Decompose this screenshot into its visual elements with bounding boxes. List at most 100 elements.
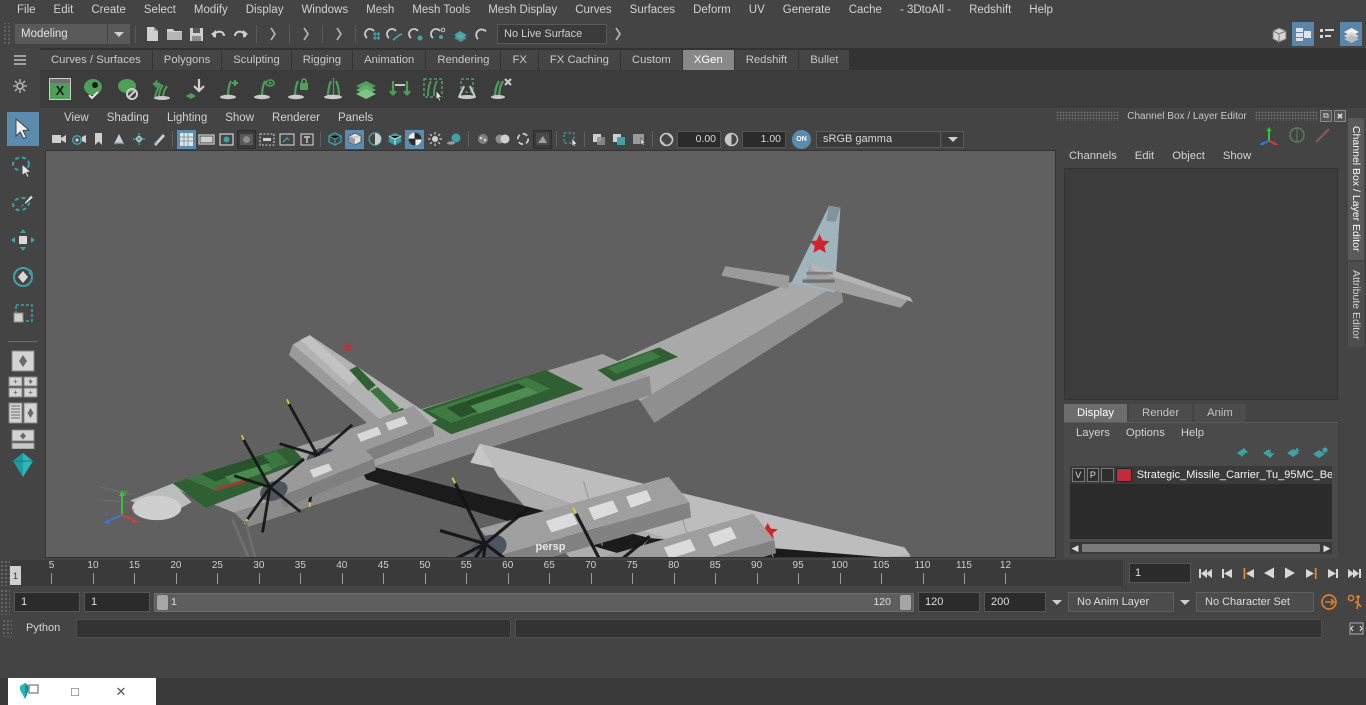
select-tool[interactable] xyxy=(6,112,39,146)
play-backwards-icon[interactable] xyxy=(1260,563,1278,583)
channel-box-menu-show[interactable]: Show xyxy=(1214,146,1260,166)
range-end-handle[interactable] xyxy=(900,594,911,610)
current-time-marker[interactable]: 1 xyxy=(10,566,21,585)
shade-selected-icon[interactable] xyxy=(365,130,384,149)
restore-icon[interactable]: □ xyxy=(52,678,98,705)
layer-playback-toggle[interactable]: P xyxy=(1086,468,1100,482)
snap-to-curve-icon[interactable] xyxy=(383,23,405,45)
channel-box-content[interactable] xyxy=(1064,168,1338,400)
anim-layer-selector[interactable]: No Anim Layer xyxy=(1068,592,1174,612)
play-forwards-icon[interactable] xyxy=(1281,563,1299,583)
use-default-lighting-icon[interactable] xyxy=(425,130,444,149)
layer-editor-menu-layers[interactable]: Layers xyxy=(1068,423,1118,443)
depth-of-field-icon[interactable] xyxy=(533,129,552,149)
gate-mask-icon[interactable] xyxy=(237,129,256,149)
lasso-select-tool[interactable] xyxy=(7,149,39,183)
show-hide-modeling-toolkit-icon[interactable] xyxy=(1268,22,1290,46)
shelf-tab-animation[interactable]: Animation xyxy=(353,50,426,70)
multisample-anti-aliasing-icon[interactable] xyxy=(513,130,532,149)
film-gate-icon[interactable] xyxy=(197,130,216,149)
menu-set-dropdown-arrow[interactable] xyxy=(108,24,130,44)
menu-windows[interactable]: Windows xyxy=(292,0,357,20)
screen-space-ambient-occlusion-icon[interactable] xyxy=(473,130,492,149)
go-to-start-icon[interactable] xyxy=(1197,563,1215,583)
menu-deform[interactable]: Deform xyxy=(684,0,740,20)
channel-box-menu-edit[interactable]: Edit xyxy=(1126,146,1163,166)
step-back-keyframe-icon[interactable] xyxy=(1218,563,1236,583)
animation-end-time-field[interactable]: 200 xyxy=(984,592,1046,612)
camera-attributes-icon[interactable] xyxy=(69,130,88,149)
shadows-icon[interactable] xyxy=(445,130,464,149)
persp-outliner-layout[interactable] xyxy=(7,401,39,425)
menu-cache[interactable]: Cache xyxy=(840,0,891,20)
safe-title-icon[interactable] xyxy=(297,130,316,149)
save-scene-icon[interactable] xyxy=(185,23,207,45)
viewport-menu-lighting[interactable]: Lighting xyxy=(158,108,216,128)
rotate-tool[interactable] xyxy=(7,260,39,294)
menu-3dtoall[interactable]: - 3DtoAll - xyxy=(891,0,960,20)
xgen-preview-guide-icon[interactable] xyxy=(248,72,280,106)
move-layer-down-icon[interactable] xyxy=(1260,447,1276,459)
make-live-icon[interactable] xyxy=(471,23,493,45)
snap-to-grid-icon[interactable] xyxy=(361,23,383,45)
more-status-icon[interactable] xyxy=(607,23,629,45)
snap-to-projected-center-icon[interactable] xyxy=(427,23,449,45)
time-slider-grip[interactable] xyxy=(0,560,10,586)
xgen-clear-icon[interactable] xyxy=(486,72,518,106)
shelf-tab-custom[interactable]: Custom xyxy=(620,50,682,70)
side-tab-attribute-editor[interactable]: Attribute Editor xyxy=(1348,261,1364,347)
color-management-selector[interactable]: sRGB gamma xyxy=(816,130,941,148)
xgen-add-description-icon[interactable] xyxy=(146,72,178,106)
range-slider-grip[interactable] xyxy=(0,589,10,615)
side-tab-channel-box-layer-editor[interactable]: Channel Box / Layer Editor xyxy=(1348,118,1364,260)
film-origin-icon[interactable] xyxy=(257,130,276,149)
paint-select-tool[interactable] xyxy=(7,186,39,220)
layer-list[interactable]: V P Strategic_Missile_Carrier_Tu_95MC_Be… xyxy=(1070,466,1332,539)
go-to-end-icon[interactable] xyxy=(1344,563,1362,583)
wireframe-icon[interactable] xyxy=(325,130,344,149)
layer-editor-menu-help[interactable]: Help xyxy=(1173,423,1212,443)
close-icon[interactable]: ✖ xyxy=(1334,110,1347,122)
auto-keyframe-icon[interactable] xyxy=(1318,591,1340,613)
menu-help[interactable]: Help xyxy=(1020,0,1062,20)
layer-row[interactable]: V P Strategic_Missile_Carrier_Tu_95MC_Be… xyxy=(1070,466,1332,484)
smooth-shade-all-icon[interactable] xyxy=(345,129,364,149)
xgen-mirror-guide-icon[interactable] xyxy=(316,72,348,106)
image-plane-icon[interactable] xyxy=(109,130,128,149)
menu-display[interactable]: Display xyxy=(237,0,293,20)
layer-list-horizontal-scrollbar[interactable]: ◀ ▶ xyxy=(1070,542,1332,554)
playback-end-time-field[interactable]: 120 xyxy=(918,592,980,612)
new-layer-icon[interactable] xyxy=(1286,447,1302,459)
script-editor-icon[interactable] xyxy=(1346,621,1366,635)
scale-gizmo-icon[interactable] xyxy=(1314,126,1332,144)
shelf-tab-xgen[interactable]: XGen xyxy=(682,50,734,70)
shelf-tab-rigging[interactable]: Rigging xyxy=(291,50,353,70)
rotate-gizmo-icon[interactable] xyxy=(1288,126,1306,144)
channel-box-menu-object[interactable]: Object xyxy=(1163,146,1214,166)
shelf-tab-fx[interactable]: FX xyxy=(501,50,538,70)
select-camera-icon[interactable] xyxy=(49,130,68,149)
open-scene-icon[interactable] xyxy=(163,23,185,45)
viewport-menu-view[interactable]: View xyxy=(55,108,98,128)
taskbar-window-entry[interactable]: □ ✕ xyxy=(8,678,156,705)
character-set-dropdown-arrow[interactable] xyxy=(1178,599,1192,605)
texture-toggle-icon[interactable] xyxy=(405,129,424,149)
status-line-grip[interactable] xyxy=(2,23,11,45)
animation-start-time-field[interactable]: 1 xyxy=(14,592,80,612)
show-hide-channel-box-icon[interactable] xyxy=(1340,22,1362,46)
xgen-transfer-icon[interactable] xyxy=(384,72,416,106)
layer-reference-toggle[interactable] xyxy=(1101,468,1114,482)
viewport-menu-show[interactable]: Show xyxy=(216,108,263,128)
exposure-value[interactable]: 0.00 xyxy=(677,130,721,148)
shelf-options-gear-icon[interactable] xyxy=(12,78,28,94)
xgen-select-region-icon[interactable] xyxy=(418,72,450,106)
show-hide-attribute-editor-icon[interactable] xyxy=(1292,22,1314,46)
range-slider-bar[interactable]: 1 120 xyxy=(154,592,914,612)
live-surface-field[interactable]: No Live Surface xyxy=(497,24,607,44)
xgen-lock-guide-icon[interactable] xyxy=(282,72,314,106)
menu-redshift[interactable]: Redshift xyxy=(960,0,1020,20)
snap-to-view-plane-icon[interactable] xyxy=(449,23,471,45)
menu-surfaces[interactable]: Surfaces xyxy=(621,0,684,20)
maya-app-icon[interactable] xyxy=(8,678,52,705)
range-start-handle[interactable] xyxy=(157,594,168,610)
